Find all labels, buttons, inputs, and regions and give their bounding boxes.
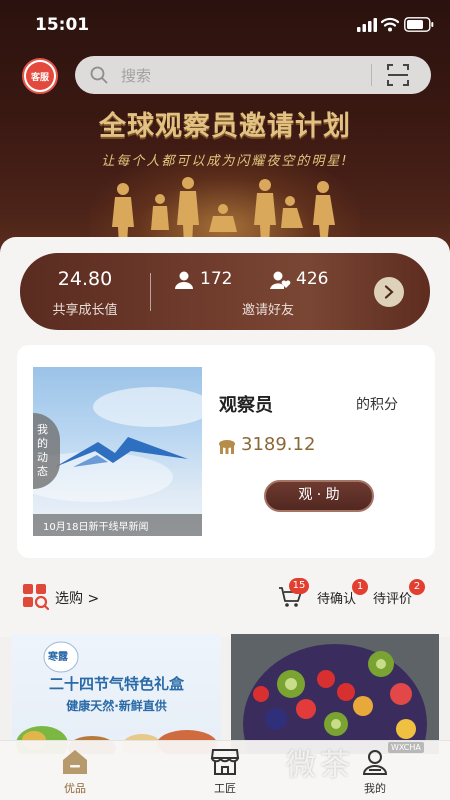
banner-slogan: 让每个人都可以成为闪耀夜空的明星!: [101, 154, 349, 169]
dynamic-tab-char: 动: [37, 451, 48, 464]
bottom-tab-bar: 优品 工匠 我的: [0, 740, 450, 800]
search-input[interactable]: 搜索: [121, 65, 151, 86]
friends-count: 172: [200, 269, 233, 289]
news-caption-bar: 10月18日新干线早新闻: [33, 514, 202, 536]
watermark-sub: WXCHA: [388, 742, 424, 753]
signal-icon: [357, 18, 377, 32]
pending-review-link[interactable]: 待评价: [373, 588, 412, 607]
points-value: 3189.12: [241, 434, 316, 455]
tab-craftsman-label: 工匠: [214, 782, 236, 795]
dynamic-tab-char: 我: [37, 423, 48, 436]
cart-badge: 15: [289, 578, 309, 594]
search-icon: [90, 66, 108, 84]
stats-divider: [150, 273, 151, 311]
pending-confirm-link[interactable]: 待确认: [317, 588, 356, 607]
profile-icon: [362, 750, 388, 775]
chevron-right-icon: [384, 285, 394, 299]
news-caption: 10月18日新干线早新闻: [43, 522, 149, 533]
growth-label: 共享成长值: [52, 303, 118, 318]
dynamic-tab-char: 的: [37, 437, 48, 450]
people-icon: [175, 271, 193, 289]
confirm-badge: 1: [352, 579, 368, 595]
fruit-bowl-image: [243, 644, 427, 754]
my-dynamic-tab[interactable]: 我 的 动 态: [33, 413, 60, 489]
search-divider: [371, 64, 372, 86]
watermark-text: 微茶: [286, 748, 354, 783]
observer-title: 观察员: [219, 395, 273, 416]
stats-arrow-button[interactable]: [374, 277, 404, 307]
scan-icon[interactable]: [387, 64, 409, 86]
dynamic-tab-char: 态: [37, 465, 48, 478]
customer-service-button[interactable]: 客服: [22, 58, 58, 94]
invite-label: 邀请好友: [241, 303, 294, 318]
help-button[interactable]: 观 · 助: [264, 480, 374, 512]
growth-value: 24.80: [57, 268, 113, 290]
tab-home[interactable]: 优品: [0, 741, 150, 800]
status-bar: 15:01: [0, 0, 450, 50]
shop-link[interactable]: 选购 >: [55, 588, 99, 608]
shop-row: 选购 > 15 待确认 1 待评价 2: [0, 577, 450, 617]
product-subtitle: 健康天然·新鲜直供: [66, 699, 167, 713]
banner-title: 全球观察员邀请计划: [99, 111, 351, 142]
product-card-gift-box[interactable]: 寒露 二十四节气特色礼盒 健康天然·新鲜直供: [12, 634, 221, 754]
heart-person-icon: [270, 271, 291, 289]
battery-icon: [404, 17, 434, 32]
tab-home-label: 优品: [64, 782, 86, 795]
points-label: 的积分: [356, 397, 398, 413]
wifi-icon: [381, 17, 399, 32]
solar-term-label: 寒露: [48, 652, 68, 663]
review-badge: 2: [409, 579, 425, 595]
product-card-fruit[interactable]: [231, 634, 439, 754]
businesspeople-silhouettes-image: [112, 177, 335, 245]
news-thumbnail[interactable]: 我 的 动 态 10月18日新干线早新闻: [33, 367, 202, 536]
customer-service-label: 客服: [26, 62, 54, 90]
main-panel: 24.80 共享成长值 172 426 邀请好友 我 的 动 态 10月18日新…: [0, 237, 450, 637]
hero-banner[interactable]: 15:01 客服 搜索 全球观察员邀请计划 让每个人都可以成为闪耀夜空的明星!: [0, 0, 450, 255]
invites-count: 426: [296, 269, 329, 289]
store-icon: [210, 749, 240, 775]
category-search-icon[interactable]: [22, 583, 49, 610]
coin-icon: [219, 440, 235, 454]
tab-craftsman[interactable]: 工匠: [150, 741, 300, 800]
product-title: 二十四节气特色礼盒: [48, 675, 184, 693]
stats-card[interactable]: 24.80 共享成长值 172 426 邀请好友: [20, 253, 430, 330]
home-icon: [63, 750, 87, 774]
search-bar[interactable]: 搜索: [75, 56, 431, 94]
status-time: 15:01: [35, 15, 90, 35]
observer-card: 我 的 动 态 10月18日新干线早新闻 观察员 的积分 3189.12 观 ·…: [17, 345, 435, 558]
